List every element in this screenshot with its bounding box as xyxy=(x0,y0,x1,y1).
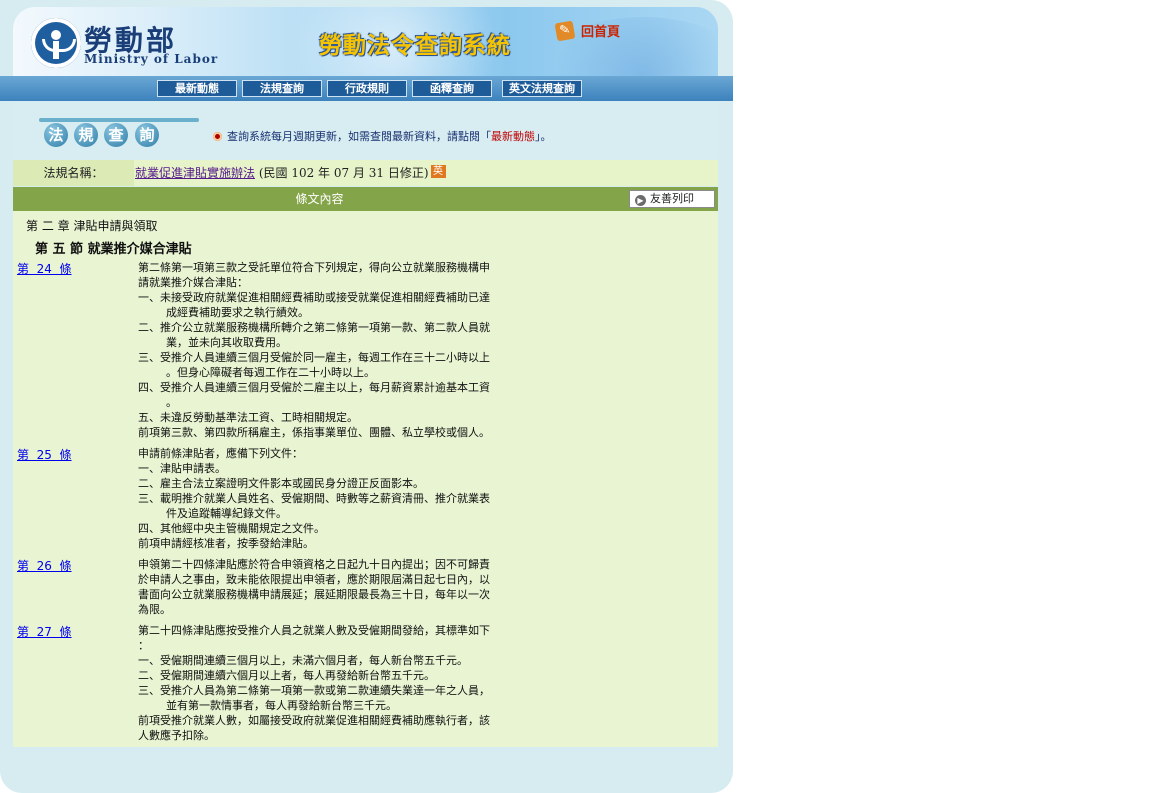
ministry-name-en: Ministry of Labor xyxy=(84,52,219,66)
article-line: 一、津貼申請表。 xyxy=(138,462,226,475)
nav-english-law-search[interactable]: 英文法規查詢 xyxy=(502,80,582,97)
article-number-link[interactable]: 第 27 條 xyxy=(17,623,72,640)
article-line: 第二條第一項第三款之受託單位符合下列規定，得向公立就業服務機構申 xyxy=(138,261,490,274)
article-line: 四、其他經中央主管機關規定之文件。 xyxy=(138,522,325,535)
article-line: 書面向公立就業服務機構申請展延；展延期限最長為三十日，每年以一次 xyxy=(138,588,490,601)
nav-bar: 最新動態 法規查詢 行政規則 函釋查詢 英文法規查詢 xyxy=(0,76,733,101)
article-number-link[interactable]: 第 26 條 xyxy=(17,557,72,574)
header-banner: 勞動部 Ministry of Labor 勞動法令查詢系統 ✎ 回首頁 xyxy=(13,7,718,76)
footer xyxy=(13,747,718,791)
system-title: 勞動法令查詢系統 xyxy=(319,33,511,59)
heading-char: 詢 xyxy=(135,123,159,147)
article-line: 於申請人之事由，致未能依限提出申領者，應於期限屆滿日起七日內，以 xyxy=(138,573,490,586)
heading-bar xyxy=(39,118,199,122)
article-text: 第二十四條津貼應按受推介人員之就業人數及受僱期間發給，其標準如下 ： 一、受僱期間連… xyxy=(138,623,524,743)
heading-char: 查 xyxy=(104,123,128,147)
article-line: 前項受推介就業人數，如屬接受政府就業促進相關經費補助應執行者，該 xyxy=(138,714,490,727)
notice-suffix: 」。 xyxy=(535,130,552,143)
article-line: 一、未接受政府就業促進相關經費補助或接受就業促進相關經費補助已達 xyxy=(138,291,490,304)
print-label: 友善列印 xyxy=(650,192,694,205)
print-friendly-button[interactable]: ▶ 友善列印 xyxy=(629,190,715,208)
article-text: 第二條第一項第三款之受託單位符合下列規定，得向公立就業服務機構申 請就業推介媒合津… xyxy=(138,260,524,440)
article-line: 為限。 xyxy=(138,603,171,616)
update-notice: 查詢系統每月週期更新，如需查閱最新資料，請點閱「 最新動態」。 xyxy=(213,128,552,144)
section-strip: 法 規 查 詢 查詢系統每月週期更新，如需查閱最新資料，請點閱「 最新動態」。 xyxy=(13,101,718,159)
article-line: 前項第三款、第四款所稱雇主，係指事業單位、團體、私立學校或個人。 xyxy=(138,426,490,439)
home-label: 回首頁 xyxy=(581,25,621,40)
notice-latest-link[interactable]: 最新動態 xyxy=(491,128,535,144)
article-line: 二、雇主合法立案證明文件影本或國民身分證正反面影本。 xyxy=(138,477,424,490)
article-number-link[interactable]: 第 25 條 xyxy=(17,446,72,463)
article-line: 二、受僱期間連續六個月以上者，每人再發給新台幣五千元。 xyxy=(138,669,435,682)
article-line: 業，並未向其收取費用。 xyxy=(166,336,287,349)
article-line: 三、載明推介就業人員姓名、受僱期間、時數等之薪資清冊、推介就業表 xyxy=(138,492,490,505)
page-frame: 勞動部 Ministry of Labor 勞動法令查詢系統 ✎ 回首頁 最新動… xyxy=(0,0,733,793)
law-name-label: 法規名稱： xyxy=(13,160,134,186)
article-number-link[interactable]: 第 24 條 xyxy=(17,260,72,277)
pencil-icon: ✎ xyxy=(554,20,576,41)
english-version-icon[interactable]: 英 xyxy=(430,165,446,178)
article-line: 申請前條津貼者，應備下列文件： xyxy=(138,447,303,460)
nav-interpretation-search[interactable]: 函釋查詢 xyxy=(412,80,492,97)
law-name-row: 法規名稱： 就業促進津貼實施辦法 (民國 102 年 07 月 31 日修正) 英 xyxy=(13,160,718,186)
article-text: 申請前條津貼者，應備下列文件： 一、津貼申請表。二、雇主合法立案證明文件影本或國民… xyxy=(138,446,524,551)
article-line: 成經費補助要求之執行績效。 xyxy=(166,306,309,319)
nav-admin-rules[interactable]: 行政規則 xyxy=(327,80,407,97)
ministry-logo-icon[interactable] xyxy=(31,18,81,68)
arrow-icon: ▶ xyxy=(635,195,646,206)
home-link[interactable]: ✎ 回首頁 xyxy=(554,20,621,41)
article-line: 三、受推介人員連續三個月受僱於同一雇主，每週工作在三十二小時以上 xyxy=(138,351,490,364)
article-line: 三、受推介人員為第二條第一項第一款或第二款連續失業達一年之人員， xyxy=(138,684,490,697)
nav-law-search[interactable]: 法規查詢 xyxy=(242,80,322,97)
article-line: 二、推介公立就業服務機構所轉介之第二條第一項第一款、第二款人員就 xyxy=(138,321,490,334)
chapter-heading: 第 二 章 津貼申請與領取 xyxy=(26,219,158,233)
article-line: 第二十四條津貼應按受推介人員之就業人數及受僱期間發給，其標準如下 xyxy=(138,624,490,637)
article-content: 第 二 章 津貼申請與領取 第 五 節 就業推介媒合津貼 第 24 條 第二條第一… xyxy=(13,211,718,747)
article-line: 前項申請經核准者，按季發給津貼。 xyxy=(138,537,314,550)
article-line: 四、受推介人員連續三個月受僱於二雇主以上，每月薪資累計逾基本工資 xyxy=(138,381,490,394)
article-line: 。 xyxy=(166,396,177,409)
content-header: 條文內容 ▶ 友善列印 xyxy=(13,187,718,211)
article-line: 件及追蹤輔導紀錄文件。 xyxy=(166,507,287,520)
law-name-value: 就業促進津貼實施辦法 (民國 102 年 07 月 31 日修正) 英 xyxy=(135,160,446,186)
notice-prefix: 查詢系統每月週期更新，如需查閱最新資料，請點閱「 xyxy=(227,130,491,143)
article-text: 申領第二十四條津貼應於符合申領資格之日起九十日內提出；因不可歸責 於申請人之事由，… xyxy=(138,557,524,617)
article-line: 五、未違反勞動基準法工資、工時相關規定。 xyxy=(138,411,358,424)
heading-char: 法 xyxy=(44,123,68,147)
heading-char: 規 xyxy=(74,123,98,147)
article-line: 。但身心障礙者每週工作在二十小時以上。 xyxy=(166,366,375,379)
nav-latest-news[interactable]: 最新動態 xyxy=(157,80,237,97)
article-line: 請就業推介媒合津貼： xyxy=(138,276,248,289)
article-line: 並有第一款情事者，每人再發給新台幣三千元。 xyxy=(166,699,397,712)
article-line: 申領第二十四條津貼應於符合申領資格之日起九十日內提出；因不可歸責 xyxy=(138,558,490,571)
bullet-icon xyxy=(213,131,222,141)
article-line: 一、受僱期間連續三個月以上，未滿六個月者，每人新台幣五千元。 xyxy=(138,654,468,667)
section-heading: 第 五 節 就業推介媒合津貼 xyxy=(35,242,192,257)
article-line: 人數應予扣除。 xyxy=(138,729,215,742)
content-title: 條文內容 xyxy=(295,192,344,206)
article-line: ： xyxy=(138,639,149,652)
law-amend-date: (民國 102 年 07 月 31 日修正) xyxy=(255,166,429,180)
law-name-link[interactable]: 就業促進津貼實施辦法 xyxy=(135,166,255,180)
